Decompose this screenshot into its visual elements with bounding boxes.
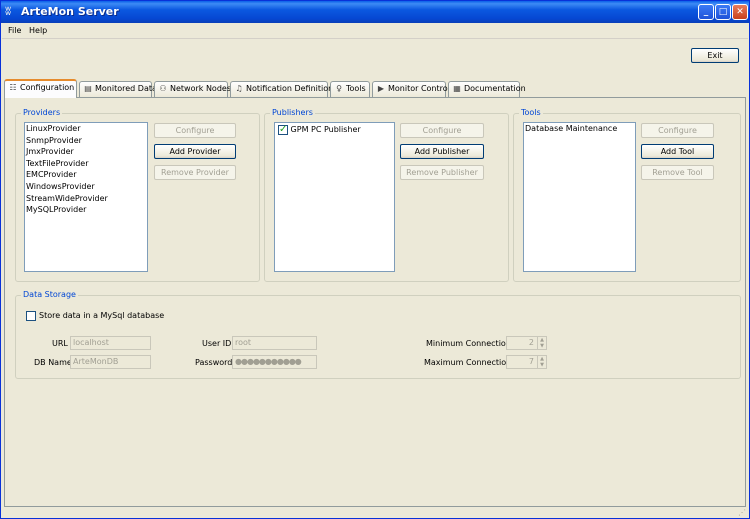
- minimize-button[interactable]: _: [698, 4, 714, 20]
- dbname-label: DB Name: [34, 358, 72, 367]
- list-item[interactable]: Database Maintenance: [524, 123, 635, 135]
- status-bar: ⋰: [2, 508, 748, 518]
- providers-list[interactable]: LinuxProvider SnmpProvider JmxProvider T…: [24, 122, 148, 272]
- menu-bar: File Help: [2, 23, 748, 39]
- providers-group: Providers LinuxProvider SnmpProvider Jmx…: [15, 108, 260, 282]
- publishers-title: Publishers: [270, 108, 315, 117]
- list-item[interactable]: LinuxProvider: [25, 123, 147, 135]
- publisher-enabled-checkbox[interactable]: [278, 123, 288, 137]
- menu-help[interactable]: Help: [29, 26, 47, 35]
- spinner-arrows-icon[interactable]: ▲ ▼: [537, 356, 546, 368]
- main-window: ʬ ArteMon Server _ □ ✕ File Help Exit ☷ C…: [0, 0, 750, 519]
- list-item[interactable]: MySQLProvider: [25, 204, 147, 216]
- publishers-group: Publishers GPM PC Publisher Configure Ad…: [264, 108, 509, 282]
- bell-icon: ♫: [235, 84, 243, 93]
- password-label: Password: [195, 358, 233, 367]
- tab-strip: ☷ Configuration ▤ Monitored Data ⚇ Network …: [4, 79, 748, 98]
- tab-label: Configuration: [20, 83, 75, 92]
- tab-label: Tools: [346, 84, 366, 93]
- add-publisher-button[interactable]: Add Publisher: [400, 144, 484, 159]
- list-item[interactable]: WindowsProvider: [25, 181, 147, 193]
- providers-title: Providers: [21, 108, 63, 117]
- list-item[interactable]: TextFileProvider: [25, 158, 147, 170]
- tab-label: Network Nodes: [170, 84, 231, 93]
- dbname-field[interactable]: ArteMonDB: [70, 355, 151, 369]
- min-connections-spinner[interactable]: 2 ▲ ▼: [506, 336, 547, 350]
- tools-list[interactable]: Database Maintenance: [523, 122, 636, 272]
- max-connections-label: Maximum Connections: [424, 358, 516, 367]
- configure-publisher-button[interactable]: Configure: [400, 123, 484, 138]
- tab-configuration[interactable]: ☷ Configuration: [4, 79, 77, 98]
- spinner-arrows-icon[interactable]: ▲ ▼: [537, 337, 546, 349]
- configuration-icon: ☷: [9, 83, 17, 92]
- tab-notification-definitions[interactable]: ♫ Notification Definitions: [230, 81, 337, 97]
- add-tool-button[interactable]: Add Tool: [641, 144, 714, 159]
- tools-group: Tools Database Maintenance Configure Add…: [513, 108, 741, 282]
- add-provider-button[interactable]: Add Provider: [154, 144, 236, 159]
- tab-label: Notification Definitions: [246, 84, 338, 93]
- tab-monitored-data[interactable]: ▤ Monitored Data: [79, 81, 157, 97]
- toolbar: Exit: [2, 40, 748, 72]
- tab-label: Monitored Data: [95, 84, 157, 93]
- store-in-mysql-checkbox[interactable]: [26, 311, 36, 321]
- app-icon: ʬ: [5, 4, 12, 18]
- data-storage-title: Data Storage: [21, 290, 78, 299]
- remove-publisher-button[interactable]: Remove Publisher: [400, 165, 484, 180]
- list-item[interactable]: EMCProvider: [25, 169, 147, 181]
- remove-tool-button[interactable]: Remove Tool: [641, 165, 714, 180]
- publishers-list[interactable]: GPM PC Publisher: [274, 122, 395, 272]
- publisher-label: GPM PC Publisher: [290, 125, 361, 134]
- tools-title: Tools: [519, 108, 543, 117]
- configure-provider-button[interactable]: Configure: [154, 123, 236, 138]
- configuration-panel-body: Providers LinuxProvider SnmpProvider Jmx…: [5, 98, 745, 506]
- clipboard-icon: ▤: [84, 84, 92, 93]
- userid-field[interactable]: root: [232, 336, 317, 350]
- configuration-panel: Providers LinuxProvider SnmpProvider Jmx…: [4, 97, 746, 507]
- tab-label: Documentation: [464, 84, 526, 93]
- pin-icon: ♀: [336, 84, 342, 93]
- close-button[interactable]: ✕: [732, 4, 748, 20]
- window-title: ArteMon Server: [21, 5, 119, 18]
- tab-label: Monitor Control: [388, 84, 450, 93]
- min-connections-value: 2: [528, 338, 534, 347]
- menu-file[interactable]: File: [8, 26, 21, 35]
- list-item[interactable]: SnmpProvider: [25, 135, 147, 147]
- tab-network-nodes[interactable]: ⚇ Network Nodes: [154, 81, 231, 97]
- max-connections-value: 7: [528, 357, 534, 366]
- store-in-mysql-label: Store data in a MySql database: [39, 311, 165, 320]
- url-field[interactable]: localhost: [70, 336, 151, 350]
- tab-documentation[interactable]: ▦ Documentation: [448, 81, 526, 97]
- configure-tool-button[interactable]: Configure: [641, 123, 714, 138]
- list-item[interactable]: GPM PC Publisher: [275, 123, 394, 137]
- max-connections-spinner[interactable]: 7 ▲ ▼: [506, 355, 547, 369]
- min-connections-label: Minimum Connections: [426, 339, 516, 348]
- title-bar[interactable]: ʬ ArteMon Server _ □ ✕: [1, 1, 749, 23]
- play-icon: ▶: [377, 84, 385, 93]
- network-icon: ⚇: [159, 84, 167, 93]
- data-storage-group: Data Storage Store data in a MySql datab…: [15, 290, 741, 379]
- resize-grip-icon[interactable]: ⋰: [738, 508, 746, 517]
- maximize-button[interactable]: □: [715, 4, 731, 20]
- password-field[interactable]: ●●●●●●●●●●●: [232, 355, 317, 369]
- list-item[interactable]: JmxProvider: [25, 146, 147, 158]
- url-label: URL: [52, 339, 68, 348]
- remove-provider-button[interactable]: Remove Provider: [154, 165, 236, 180]
- document-icon: ▦: [453, 84, 461, 93]
- tab-monitor-control[interactable]: ▶ Monitor Control: [372, 81, 450, 97]
- list-item[interactable]: StreamWideProvider: [25, 193, 147, 205]
- tab-tools[interactable]: ♀ Tools: [330, 81, 370, 97]
- userid-label: User ID: [202, 339, 232, 348]
- exit-button[interactable]: Exit: [691, 48, 739, 63]
